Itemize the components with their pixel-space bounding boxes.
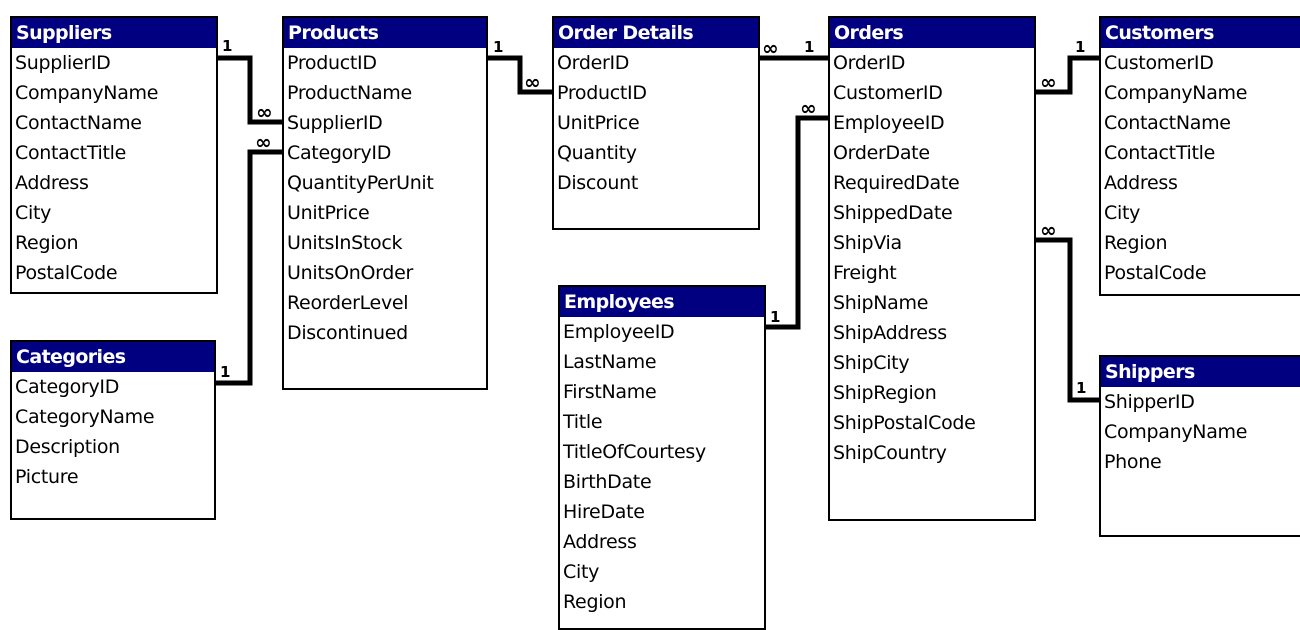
one-marker: 1 <box>1075 38 1085 56</box>
field-row[interactable]: CompanyName <box>12 78 216 108</box>
field-row[interactable]: ShipPostalCode <box>830 408 1034 438</box>
field-row[interactable]: Description <box>12 432 214 462</box>
one-marker: 1 <box>493 38 503 56</box>
field-row[interactable]: ProductID <box>284 48 486 78</box>
field-row[interactable]: EmployeeID <box>830 108 1034 138</box>
field-row[interactable]: Picture <box>12 462 214 492</box>
table-employees[interactable]: Employees EmployeeID LastName FirstName Tit… <box>558 285 766 630</box>
field-row[interactable]: ReorderLevel <box>284 288 486 318</box>
many-marker: ∞ <box>256 100 271 124</box>
table-title: Employees <box>560 287 764 317</box>
field-row[interactable]: Address <box>1101 168 1300 198</box>
table-categories[interactable]: Categories CategoryID CategoryName Descrip… <box>10 340 216 520</box>
field-row[interactable]: Region <box>560 587 764 617</box>
table-title: Customers <box>1101 18 1300 48</box>
field-row[interactable]: RequiredDate <box>830 168 1034 198</box>
table-title: Categories <box>12 342 214 372</box>
field-row[interactable]: ShipName <box>830 288 1034 318</box>
field-row[interactable]: CustomerID <box>1101 48 1300 78</box>
one-marker: 1 <box>222 37 232 55</box>
field-row[interactable]: ShipCountry <box>830 438 1034 468</box>
field-row[interactable]: OrderID <box>830 48 1034 78</box>
field-row[interactable]: ShipAddress <box>830 318 1034 348</box>
field-row[interactable]: CustomerID <box>830 78 1034 108</box>
field-row[interactable]: ShipperID <box>1101 387 1300 417</box>
field-row[interactable]: BirthDate <box>560 467 764 497</box>
field-row[interactable]: Address <box>12 168 216 198</box>
field-row[interactable]: SupplierID <box>284 108 486 138</box>
field-row[interactable]: EmployeeID <box>560 317 764 347</box>
field-row[interactable]: ShipVia <box>830 228 1034 258</box>
field-row[interactable]: CompanyName <box>1101 78 1300 108</box>
field-row[interactable]: UnitsOnOrder <box>284 258 486 288</box>
field-row[interactable]: ShipRegion <box>830 378 1034 408</box>
field-row[interactable]: UnitsInStock <box>284 228 486 258</box>
rel-products-orderdetails <box>488 55 554 95</box>
field-row[interactable]: Region <box>1101 228 1300 258</box>
many-marker: ∞ <box>800 96 815 120</box>
table-shippers[interactable]: Shippers ShipperID CompanyName Phone <box>1099 355 1300 537</box>
many-marker: ∞ <box>255 130 270 154</box>
field-row[interactable]: LastName <box>560 347 764 377</box>
field-row[interactable]: UnitPrice <box>554 108 758 138</box>
one-marker: 1 <box>220 363 230 381</box>
field-row[interactable]: QuantityPerUnit <box>284 168 486 198</box>
field-row[interactable]: ProductID <box>554 78 758 108</box>
rel-suppliers-products <box>218 55 284 125</box>
many-marker: ∞ <box>1040 70 1055 94</box>
field-row[interactable]: Phone <box>1101 447 1300 477</box>
field-row[interactable]: ContactName <box>1101 108 1300 138</box>
field-row[interactable]: Discontinued <box>284 318 486 348</box>
table-title: Order Details <box>554 18 758 48</box>
field-row[interactable]: ProductName <box>284 78 486 108</box>
one-marker: 1 <box>1076 379 1086 397</box>
field-row[interactable]: Quantity <box>554 138 758 168</box>
table-order-details[interactable]: Order Details OrderID ProductID UnitPrice Q… <box>552 16 760 230</box>
table-title: Suppliers <box>12 18 216 48</box>
field-row[interactable]: Address <box>560 527 764 557</box>
field-row[interactable]: OrderID <box>554 48 758 78</box>
field-row[interactable]: ContactName <box>12 108 216 138</box>
table-orders[interactable]: Orders OrderID CustomerID EmployeeID OrderD… <box>828 16 1036 521</box>
table-customers[interactable]: Customers CustomerID CompanyName ContactNa… <box>1099 16 1300 296</box>
field-row[interactable]: City <box>12 198 216 228</box>
table-title: Products <box>284 18 486 48</box>
field-row[interactable]: PostalCode <box>1101 258 1300 288</box>
field-row[interactable]: Title <box>560 407 764 437</box>
table-title: Shippers <box>1101 357 1300 387</box>
field-row[interactable]: FirstName <box>560 377 764 407</box>
field-row[interactable]: CategoryID <box>12 372 214 402</box>
one-marker: 1 <box>770 308 780 326</box>
many-marker: ∞ <box>1040 218 1055 242</box>
field-row[interactable]: City <box>1101 198 1300 228</box>
field-row[interactable]: ContactTitle <box>1101 138 1300 168</box>
field-row[interactable]: OrderDate <box>830 138 1034 168</box>
field-row[interactable]: ShipCity <box>830 348 1034 378</box>
field-row[interactable]: City <box>560 557 764 587</box>
many-marker: ∞ <box>762 36 777 60</box>
field-row[interactable]: Region <box>12 228 216 258</box>
rel-categories-products <box>216 149 284 386</box>
field-row[interactable]: HireDate <box>560 497 764 527</box>
field-row[interactable]: UnitPrice <box>284 198 486 228</box>
many-marker: ∞ <box>524 70 539 94</box>
table-suppliers[interactable]: Suppliers SupplierID CompanyName ContactNa… <box>10 16 218 294</box>
field-row[interactable]: TitleOfCourtesy <box>560 437 764 467</box>
field-row[interactable]: SupplierID <box>12 48 216 78</box>
rel-employees-orders <box>766 115 830 330</box>
field-row[interactable]: Discount <box>554 168 758 198</box>
field-row[interactable]: CompanyName <box>1101 417 1300 447</box>
field-row[interactable]: Freight <box>830 258 1034 288</box>
one-marker: 1 <box>804 38 814 56</box>
field-row[interactable]: CategoryName <box>12 402 214 432</box>
table-products[interactable]: Products ProductID ProductName SupplierID C… <box>282 16 488 390</box>
table-title: Orders <box>830 18 1034 48</box>
rel-shippers-orders <box>1036 237 1101 403</box>
field-row[interactable]: CategoryID <box>284 138 486 168</box>
field-row[interactable]: PostalCode <box>12 258 216 288</box>
field-row[interactable]: ShippedDate <box>830 198 1034 228</box>
field-row[interactable]: ContactTitle <box>12 138 216 168</box>
